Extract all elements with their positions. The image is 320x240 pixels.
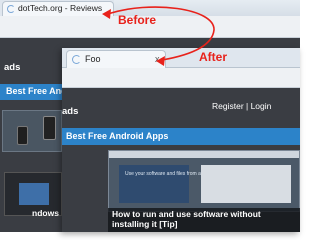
article-caption[interactable]: How to run and use software without inst… [112,209,298,229]
before-article-thumbnail[interactable] [2,110,62,152]
screenshot-sidebar [201,165,291,203]
screenshot-browser-chrome [109,151,299,158]
before-tab-title: dotTech.org - Reviews [18,3,103,13]
register-login-links[interactable]: Register | Login [212,101,271,111]
tab-close-icon[interactable]: x [155,54,160,64]
article-screenshot[interactable]: Use your software and files from anywher… [108,150,300,212]
after-tab-title: Foo [85,54,101,64]
before-site-title: ads [4,62,21,73]
before-label: Before [118,13,157,27]
after-label: After [199,50,228,64]
page-loading-icon [72,55,81,64]
before-tab[interactable]: dotTech.org - Reviews [2,1,114,16]
after-category-link[interactable]: Best Free Android Apps [66,131,168,141]
after-browser-window: Foo x ads Register | Login Best Free And… [62,48,300,232]
page-loading-icon [7,5,15,13]
phone-image [43,116,56,140]
after-navigation-bar [62,68,300,88]
before-article-caption[interactable]: ndows [32,208,59,218]
phone-image [17,126,28,145]
thumbnail-image [19,183,49,205]
after-site-title: ads [62,106,79,117]
after-tab[interactable]: Foo x [66,50,166,68]
